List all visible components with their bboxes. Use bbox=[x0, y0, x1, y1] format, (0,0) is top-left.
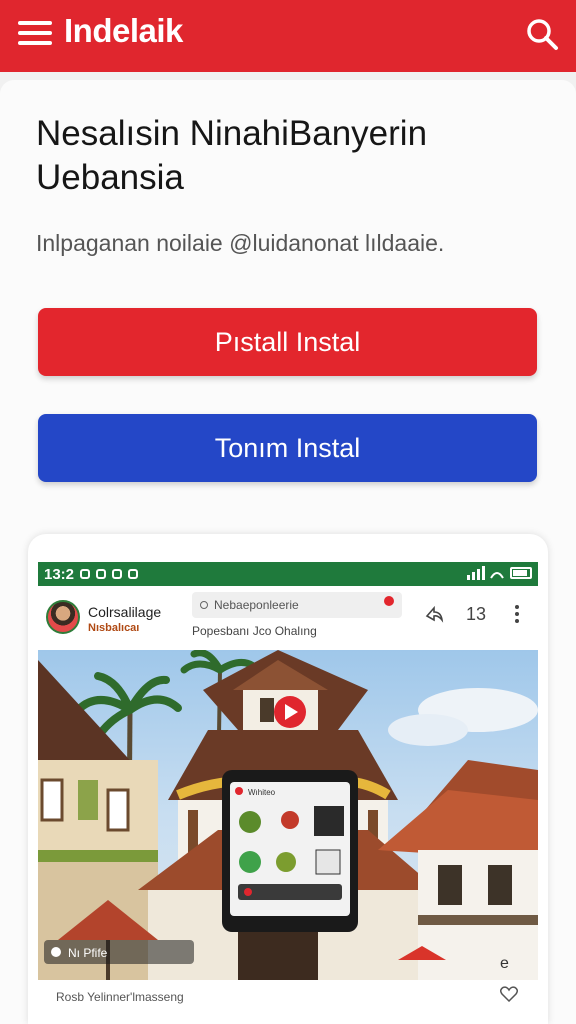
preview-caption: Rosb Yelinner'lmasseng bbox=[56, 990, 184, 1004]
tablet-mockup: Wıhiteo bbox=[222, 770, 358, 932]
system-icons bbox=[467, 566, 532, 580]
status-bar: 13:2 bbox=[38, 562, 538, 586]
tablet-label: Wıhiteo bbox=[248, 788, 276, 797]
battery-icon bbox=[510, 567, 532, 579]
primary-install-button[interactable]: Pıstall Instal bbox=[38, 308, 537, 376]
hamburger-menu-icon[interactable] bbox=[18, 20, 52, 50]
count-label[interactable]: 13 bbox=[466, 604, 486, 625]
page-subline: Inlpaganan noilaie @luidanonat lıldaaie. bbox=[36, 230, 445, 256]
channel-name: Colrsalilage bbox=[88, 604, 162, 620]
share-icon[interactable] bbox=[424, 604, 444, 629]
search-icon[interactable] bbox=[524, 16, 560, 52]
app-title: Indelaik bbox=[64, 12, 183, 49]
channel-subtitle: Nısbalıcaı bbox=[88, 622, 140, 634]
channel-avatar[interactable] bbox=[46, 600, 80, 634]
secondary-install-button[interactable]: Tonım Instal bbox=[38, 414, 537, 482]
status-time: 13:2 bbox=[44, 565, 75, 583]
more-vertical-icon[interactable] bbox=[514, 604, 520, 629]
preview-search-field[interactable]: Nebaeponleerie bbox=[192, 592, 402, 618]
app-bar: Indelaik bbox=[0, 0, 576, 72]
app-preview-screenshot: 13:2 Colrsalilage Nısbalıcaı Nebaeponlee… bbox=[28, 534, 548, 1024]
preview-subtext: Popesbanı Jco Ohalıng bbox=[192, 624, 317, 638]
page-headline: Nesalısin NinahiBanyerin Uebansia bbox=[36, 114, 428, 197]
signal-icon bbox=[467, 566, 504, 580]
svg-text:e: e bbox=[500, 955, 509, 972]
notification-badge bbox=[384, 596, 394, 606]
notification-icons bbox=[80, 569, 139, 579]
preview-search-placeholder: Nebaeponleerie bbox=[214, 598, 299, 612]
preview-photo: Wıhiteo Nı Pfife e bbox=[38, 650, 538, 980]
overlay-label: Nı Pfife bbox=[68, 946, 108, 960]
search-icon bbox=[200, 601, 208, 609]
heart-icon[interactable] bbox=[499, 986, 519, 1007]
